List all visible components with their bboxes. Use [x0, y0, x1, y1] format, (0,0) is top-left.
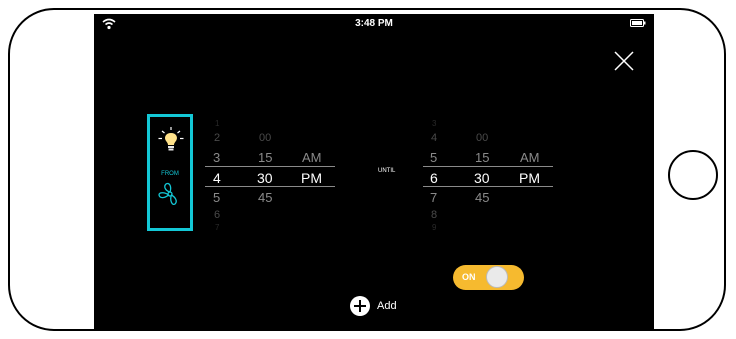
add-button[interactable]: Add	[349, 295, 397, 317]
from-ampm-selected: PM	[301, 170, 322, 186]
from-selection-top-line	[205, 166, 335, 167]
until-hour-option: 4	[431, 132, 438, 144]
lightbulb-icon	[158, 127, 184, 151]
from-selection-bottom-line	[205, 186, 335, 187]
from-minute-option: 00	[259, 132, 272, 144]
add-label: Add	[377, 300, 397, 312]
until-ampm-option: AM	[520, 150, 540, 165]
until-selection-top-line	[423, 166, 553, 167]
from-hour-option: 5	[213, 190, 221, 205]
schedule-toggle[interactable]: ON	[453, 265, 524, 290]
status-bar: 3:48 PM	[94, 14, 654, 36]
from-ampm-option: AM	[302, 150, 322, 165]
from-label: FROM	[161, 171, 179, 177]
until-hour-option: 3	[432, 119, 437, 128]
until-hour-option: 7	[430, 190, 438, 205]
from-minute-option: 15	[258, 150, 273, 165]
from-minute-option: 45	[258, 190, 273, 205]
from-hour-selected: 4	[213, 170, 221, 186]
status-time: 3:48 PM	[355, 18, 393, 29]
battery-icon	[630, 19, 646, 27]
until-minute-option: 45	[475, 190, 490, 205]
plus-circle-icon	[350, 296, 370, 316]
device-selector[interactable]: FROM	[147, 114, 193, 231]
until-hour-option: 8	[431, 209, 438, 221]
from-hour-option: 6	[214, 209, 221, 221]
until-label: UNTIL	[378, 168, 396, 174]
until-hour-option: 9	[432, 223, 437, 232]
from-hour-option: 1	[215, 119, 220, 128]
until-hour-selected: 6	[430, 170, 438, 186]
until-ampm-selected: PM	[519, 170, 540, 186]
from-hour-option: 2	[214, 132, 221, 144]
app-screen: 3:48 PM FROM 1 2 3 4 5 6 7 00 15 30 45 A…	[94, 14, 654, 329]
until-hour-option: 5	[430, 150, 438, 165]
until-minute-option: 15	[475, 150, 490, 165]
toggle-knob	[486, 266, 508, 288]
toggle-label: ON	[462, 272, 476, 282]
from-minute-selected: 30	[257, 170, 273, 186]
until-minute-option: 00	[476, 132, 489, 144]
from-hour-option: 7	[215, 223, 220, 232]
fan-icon	[158, 182, 177, 206]
close-icon[interactable]	[613, 50, 635, 72]
until-minute-selected: 30	[474, 170, 490, 186]
from-hour-option: 3	[213, 150, 221, 165]
until-selection-bottom-line	[423, 186, 553, 187]
home-button[interactable]	[668, 150, 718, 200]
